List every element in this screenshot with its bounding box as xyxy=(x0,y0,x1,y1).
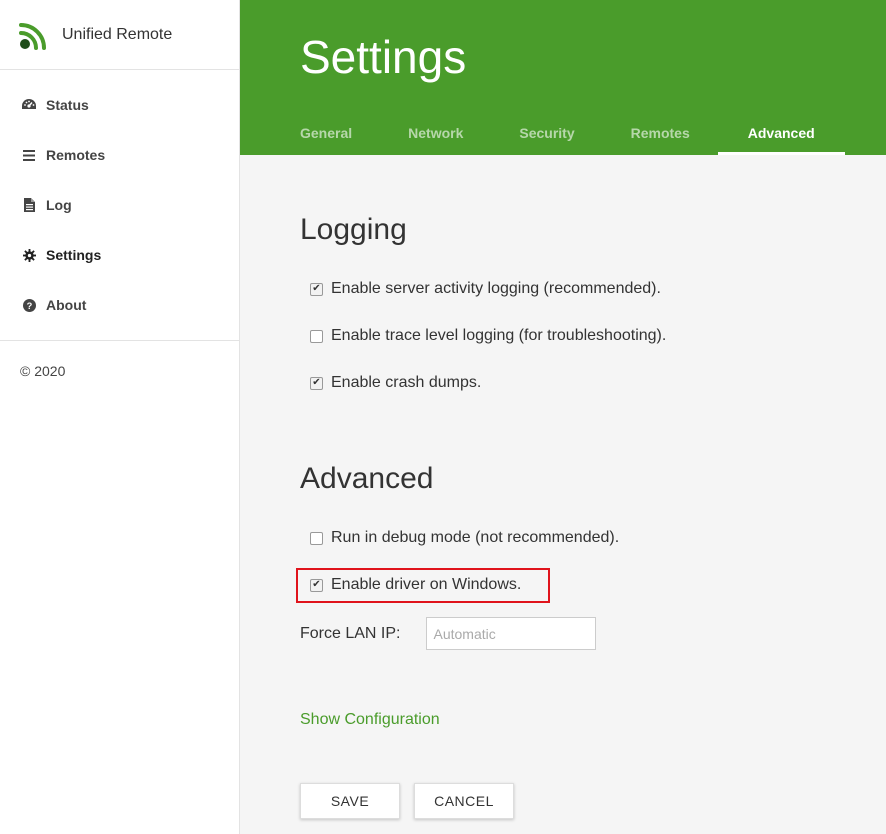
page-title: Settings xyxy=(300,31,467,83)
question-circle-icon: ? xyxy=(20,296,38,314)
sidebar-item-log[interactable]: Log xyxy=(0,180,239,230)
svg-text:?: ? xyxy=(26,300,32,310)
gear-icon xyxy=(20,246,38,264)
option-label: Enable driver on Windows. xyxy=(331,576,522,593)
driver-on-windows-option[interactable]: ✔ Enable driver on Windows. xyxy=(310,576,521,594)
tab-general[interactable]: General xyxy=(272,108,380,155)
sidebar-item-remotes[interactable]: Remotes xyxy=(0,130,239,180)
save-button[interactable]: SAVE xyxy=(300,783,400,819)
sidebar-nav: Status Remotes Log Settings ? About xyxy=(0,70,239,341)
debug-mode-checkbox[interactable] xyxy=(310,531,323,545)
brand[interactable]: Unified Remote xyxy=(0,0,239,70)
list-icon xyxy=(20,146,38,164)
sidebar-item-label: Settings xyxy=(46,247,102,263)
server-activity-logging-option[interactable]: ✔ Enable server activity logging (recomm… xyxy=(310,280,661,298)
force-lan-ip-row: Force LAN IP: xyxy=(300,617,597,650)
sidebar-item-label: About xyxy=(46,297,87,313)
sidebar: Unified Remote Status Remotes Log Settin… xyxy=(0,0,240,834)
trace-level-logging-option[interactable]: Enable trace level logging (for troubles… xyxy=(310,327,666,345)
settings-tabs: General Network Security Remotes Advance… xyxy=(272,108,845,155)
copyright: © 2020 xyxy=(20,363,66,379)
app-name: Unified Remote xyxy=(62,25,173,43)
document-icon xyxy=(20,196,38,214)
show-configuration-link[interactable]: Show Configuration xyxy=(300,711,440,729)
unified-remote-logo-icon xyxy=(19,22,46,50)
trace-level-logging-checkbox[interactable] xyxy=(310,329,323,343)
tab-security[interactable]: Security xyxy=(491,108,602,155)
sidebar-item-label: Status xyxy=(46,97,89,113)
advanced-section-title: Advanced xyxy=(300,462,434,495)
option-label: Enable server activity logging (recommen… xyxy=(331,280,661,297)
tab-remotes[interactable]: Remotes xyxy=(603,108,718,155)
sidebar-item-status[interactable]: Status xyxy=(0,80,239,130)
force-lan-ip-input[interactable] xyxy=(426,617,597,650)
sidebar-item-label: Remotes xyxy=(46,147,106,163)
sidebar-item-label: Log xyxy=(46,197,72,213)
tab-network[interactable]: Network xyxy=(380,108,491,155)
sidebar-item-settings[interactable]: Settings xyxy=(0,230,239,280)
tab-advanced[interactable]: Advanced xyxy=(717,108,845,155)
option-label: Run in debug mode (not recommended). xyxy=(331,529,620,546)
server-activity-logging-checkbox[interactable]: ✔ xyxy=(310,282,323,296)
settings-content: Logging ✔ Enable server activity logging… xyxy=(240,155,886,834)
crash-dumps-option[interactable]: ✔ Enable crash dumps. xyxy=(310,374,481,392)
dashboard-icon xyxy=(20,96,38,114)
force-lan-ip-label: Force LAN IP: xyxy=(300,624,401,642)
sidebar-item-about[interactable]: ? About xyxy=(0,280,239,330)
cancel-button[interactable]: CANCEL xyxy=(414,783,514,819)
page-header: Settings General Network Security Remote… xyxy=(240,0,886,155)
driver-on-windows-checkbox[interactable]: ✔ xyxy=(310,578,323,592)
debug-mode-option[interactable]: Run in debug mode (not recommended). xyxy=(310,529,619,547)
crash-dumps-checkbox[interactable]: ✔ xyxy=(310,376,323,390)
option-label: Enable trace level logging (for troubles… xyxy=(331,327,667,344)
logging-section-title: Logging xyxy=(300,213,407,246)
option-label: Enable crash dumps. xyxy=(331,374,482,391)
